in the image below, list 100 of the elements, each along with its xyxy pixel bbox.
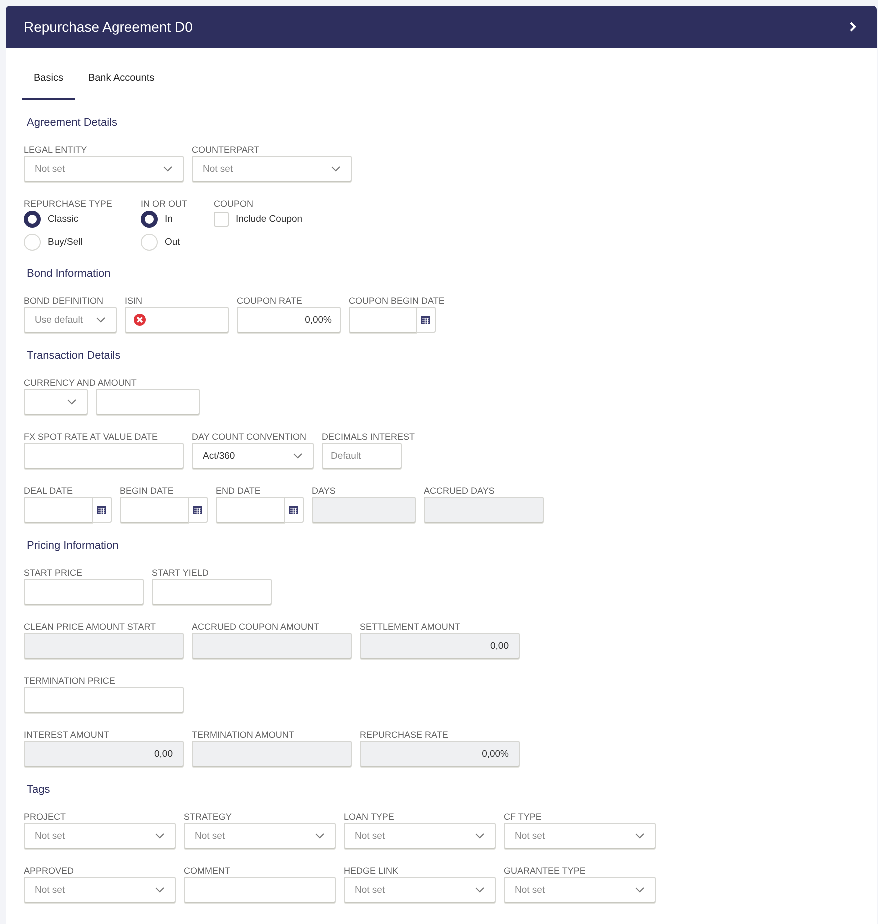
field-label: DECIMALS INTEREST [322, 432, 416, 442]
dropdown[interactable]: Not set [504, 877, 656, 903]
checkbox[interactable] [214, 212, 229, 227]
dropdown[interactable]: Not set [504, 823, 656, 849]
date-field[interactable] [24, 497, 93, 523]
calendar-button[interactable] [285, 497, 304, 523]
chevron-down-icon [315, 833, 325, 839]
field-label: DAY COUNT CONVENTION [192, 432, 307, 442]
readonly-field: 0,00% [360, 741, 520, 767]
tab[interactable]: Basics [22, 70, 76, 100]
input-field[interactable] [152, 579, 272, 605]
field-label: FX SPOT RATE AT VALUE DATE [24, 432, 158, 442]
field-label: ACCRUED COUPON AMOUNT [192, 622, 320, 632]
field-label: DAYS [312, 486, 336, 496]
field-label: ACCRUED DAYS [424, 486, 495, 496]
dropdown[interactable]: Not set [184, 823, 336, 849]
option-label: Buy/Sell [48, 237, 83, 248]
option-label: Include Coupon [236, 214, 303, 225]
chevron-down-icon [155, 887, 165, 893]
field-label: APPROVED [24, 866, 74, 876]
date-field[interactable] [216, 497, 285, 523]
dropdown[interactable]: Not set [24, 877, 176, 903]
section-title: Pricing Information [27, 539, 120, 553]
readonly-field: 0,00 [24, 741, 184, 767]
field-label: COUPON [214, 199, 254, 209]
option-label: Out [165, 237, 180, 248]
chevron-down-icon [635, 833, 645, 839]
field-label: ISIN [125, 296, 143, 306]
option-label: Classic [48, 214, 79, 225]
dropdown[interactable]: Not set [344, 823, 496, 849]
chevron-down-icon [475, 887, 485, 893]
calendar-button[interactable] [93, 497, 112, 523]
chevron-down-icon [293, 453, 303, 459]
dropdown[interactable]: Not set [24, 823, 176, 849]
chevron-down-icon [96, 317, 106, 323]
section-title: Tags [27, 783, 52, 797]
field-label: GUARANTEE TYPE [504, 866, 586, 876]
field-label: END DATE [216, 486, 261, 496]
field-label: CLEAN PRICE AMOUNT START [24, 622, 156, 632]
field-label: INTEREST AMOUNT [24, 730, 110, 740]
calendar-icon [97, 505, 107, 515]
tab[interactable]: Bank Accounts [76, 70, 167, 100]
field-label: COUPON BEGIN DATE [349, 296, 445, 306]
field-label: LEGAL ENTITY [24, 145, 88, 155]
field-label: COMMENT [184, 866, 230, 876]
calendar-icon [193, 505, 203, 515]
input-field[interactable] [96, 389, 200, 415]
field-label: TERMINATION AMOUNT [192, 730, 294, 740]
dropdown[interactable]: Not set [344, 877, 496, 903]
field-label: CURRENCY AND AMOUNT [24, 378, 137, 388]
input-field[interactable] [24, 687, 184, 713]
chevron-right-icon[interactable] [849, 21, 857, 33]
field-label: SETTLEMENT AMOUNT [360, 622, 460, 632]
calendar-button[interactable] [417, 307, 436, 333]
chevron-down-icon [475, 833, 485, 839]
readonly-field: 0,00 [360, 633, 520, 659]
field-label: BOND DEFINITION [24, 296, 104, 306]
date-field[interactable] [120, 497, 189, 523]
field-label: HEDGE LINK [344, 866, 399, 876]
field-label: PROJECT [24, 812, 66, 822]
chevron-down-icon [67, 399, 77, 405]
radio-button[interactable] [141, 211, 158, 228]
dropdown[interactable]: Not set [192, 156, 352, 182]
field-label: BEGIN DATE [120, 486, 174, 496]
input-field[interactable]: 0,00% [237, 307, 341, 333]
input-field[interactable] [125, 307, 229, 333]
section-title: Agreement Details [27, 116, 118, 130]
field-label: COUNTERPART [192, 145, 260, 155]
field-label: CF TYPE [504, 812, 542, 822]
radio-button[interactable] [24, 211, 41, 228]
chevron-down-icon [155, 833, 165, 839]
option-label: In [165, 214, 173, 225]
field-label: REPURCHASE TYPE [24, 199, 112, 209]
input-field[interactable]: Default [322, 443, 402, 469]
dropdown[interactable]: Use default [24, 307, 117, 333]
calendar-icon [289, 505, 299, 515]
chevron-down-icon [635, 887, 645, 893]
field-label: STRATEGY [184, 812, 232, 822]
field-label: IN OR OUT [141, 199, 188, 209]
dropdown[interactable]: Act/360 [192, 443, 314, 469]
field-label: REPURCHASE RATE [360, 730, 448, 740]
date-field[interactable] [349, 307, 417, 333]
input-field[interactable] [184, 877, 336, 903]
field-label: LOAN TYPE [344, 812, 394, 822]
input-field[interactable] [24, 579, 144, 605]
field-label: TERMINATION PRICE [24, 676, 116, 686]
field-label: START YIELD [152, 568, 209, 578]
calendar-icon [421, 315, 431, 325]
window-title: Repurchase Agreement D0 [24, 19, 193, 35]
dropdown[interactable]: Not set [24, 156, 184, 182]
chevron-down-icon [331, 166, 341, 172]
calendar-button[interactable] [189, 497, 208, 523]
input-field[interactable] [24, 443, 184, 469]
dropdown[interactable] [24, 389, 88, 415]
field-label: START PRICE [24, 568, 83, 578]
chevron-down-icon [163, 166, 173, 172]
field-label: DEAL DATE [24, 486, 74, 496]
section-title: Transaction Details [27, 349, 122, 363]
field-label: COUPON RATE [237, 296, 302, 306]
section-title: Bond Information [27, 267, 112, 281]
